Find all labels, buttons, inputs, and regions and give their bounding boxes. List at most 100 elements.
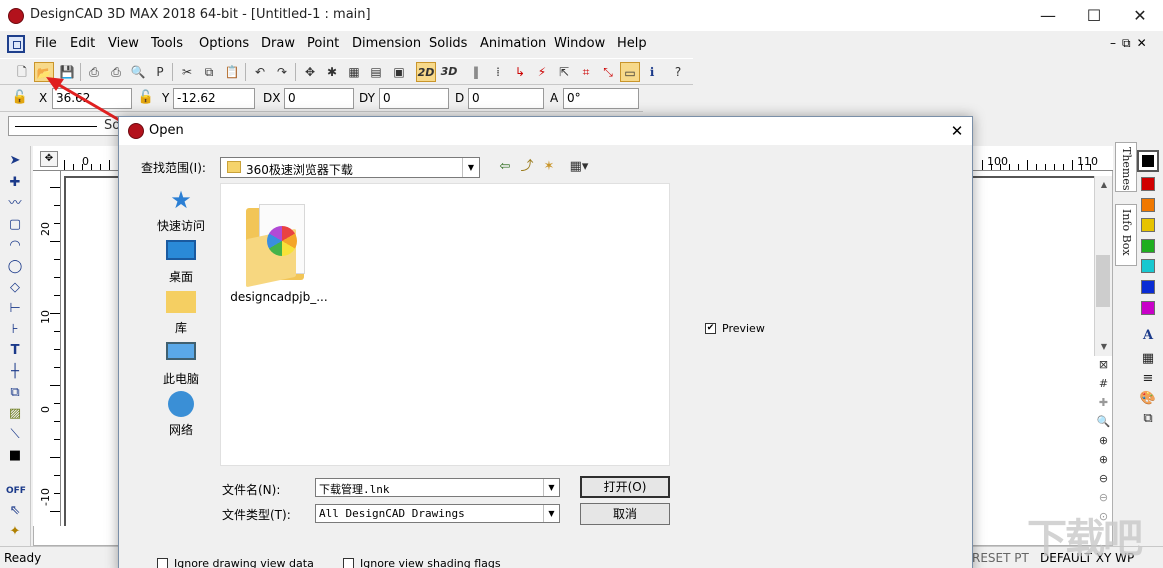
chevron-down-icon[interactable]: ▼ — [462, 158, 479, 177]
ruler-origin-icon[interactable]: ✥ — [40, 151, 58, 167]
cursor-icon[interactable]: ⇱ — [554, 62, 574, 82]
color-swatch-green[interactable] — [1141, 239, 1155, 253]
place-this-pc[interactable]: 此电脑 — [141, 338, 221, 388]
menu-view[interactable]: View — [108, 36, 139, 51]
axis-icon[interactable]: ↳ — [510, 62, 530, 82]
grid-icon[interactable]: ⁞ — [488, 62, 508, 82]
menu-solids[interactable]: Solids — [429, 36, 467, 51]
handles-icon[interactable]: ⌗ — [576, 62, 596, 82]
place-network[interactable]: 网络 — [141, 389, 221, 439]
file-item[interactable]: designcadpjb_... — [229, 198, 329, 308]
cancel-button[interactable]: 取消 — [580, 503, 670, 525]
arc-icon[interactable]: ◠ — [6, 237, 24, 255]
scrollbar-thumb[interactable] — [1096, 255, 1110, 307]
new-file-icon[interactable]: 🗋 — [12, 62, 32, 82]
dialog-close-button[interactable]: ✕ — [944, 119, 970, 143]
file-list[interactable]: designcadpjb_... — [220, 183, 670, 466]
place-desktop[interactable]: 桌面 — [141, 236, 221, 286]
menu-dimension[interactable]: Dimension — [352, 36, 421, 51]
pause-icon[interactable]: ‖ — [466, 62, 486, 82]
eraser-icon[interactable]: ◇ — [6, 279, 24, 297]
line-icon[interactable]: ⟍ — [6, 426, 24, 444]
pointer-icon[interactable]: ⇖ — [6, 502, 24, 520]
chevron-down-icon[interactable]: ▼ — [543, 479, 559, 496]
zoom-icon[interactable]: ⊕ — [1096, 452, 1111, 467]
view-window-icon[interactable]: ▣ — [389, 62, 409, 82]
look-in-select[interactable]: 360极速浏览器下载 ▼ — [220, 157, 480, 178]
back-arrow-icon[interactable]: ⇦ — [496, 158, 514, 176]
color-swatch-yellow[interactable] — [1141, 218, 1155, 232]
resize-icon[interactable]: ⤡ — [598, 62, 618, 82]
dx-field[interactable]: 0 — [284, 88, 354, 109]
ignore-shading-checkbox[interactable] — [343, 558, 354, 568]
hatch-icon[interactable]: ▨ — [6, 405, 24, 423]
menu-point[interactable]: Point — [307, 36, 339, 51]
select-arrow-icon[interactable]: ➤ — [6, 152, 24, 170]
info-icon[interactable]: ℹ — [642, 62, 662, 82]
zoom-all-icon[interactable]: ⊖ — [1096, 490, 1111, 505]
zoom-window-icon[interactable]: ⊠ — [1096, 357, 1111, 372]
measure-icon[interactable]: ⊦ — [6, 321, 24, 339]
view-manager-icon[interactable]: ▤ — [366, 62, 386, 82]
maximize-button[interactable]: ☐ — [1071, 0, 1117, 31]
palette-icon[interactable]: 🎨 — [1139, 390, 1157, 408]
select-icon[interactable]: ✱ — [322, 62, 342, 82]
lock-y-icon[interactable]: 🔓 — [136, 89, 156, 107]
snap-icon[interactable]: ⚡ — [532, 62, 552, 82]
distance-field[interactable]: 0 — [468, 88, 544, 109]
preview-checkbox[interactable]: ✔ — [705, 323, 716, 334]
help-pointer-icon[interactable]: ? — [668, 62, 688, 82]
file-type-select[interactable]: All DesignCAD Drawings ▼ — [315, 504, 560, 523]
menu-window[interactable]: Window — [554, 36, 605, 51]
menu-tools[interactable]: Tools — [151, 36, 183, 51]
open-button[interactable]: 打开(O) — [580, 476, 670, 498]
menu-help[interactable]: Help — [617, 36, 647, 51]
close-button[interactable]: ✕ — [1117, 0, 1163, 31]
dy-field[interactable]: 0 — [379, 88, 449, 109]
y-coordinate-field[interactable]: -12.62 — [173, 88, 255, 109]
mdi-window-controls[interactable]: –⧉✕ — [1110, 36, 1153, 51]
layer-icon[interactable]: ▭ — [620, 62, 640, 82]
view-menu-icon[interactable]: ▦▾ — [564, 158, 594, 176]
text-icon[interactable]: T — [6, 342, 24, 360]
wand-icon[interactable]: ✦ — [6, 523, 24, 541]
scroll-down-icon[interactable]: ▼ — [1098, 341, 1110, 353]
menu-edit[interactable]: Edit — [70, 36, 95, 51]
snap-off-icon[interactable]: OFF — [6, 482, 26, 500]
tab-info-box[interactable]: Info Box — [1115, 204, 1137, 266]
text-style-icon[interactable]: A — [1139, 327, 1157, 345]
cut-icon[interactable]: ✂ — [177, 62, 197, 82]
mode-2d-button[interactable]: 2D — [416, 62, 436, 82]
color-swatch-magenta[interactable] — [1141, 301, 1155, 315]
color-swatch-blue[interactable] — [1141, 280, 1155, 294]
new-folder-icon[interactable]: ✶ — [540, 158, 558, 176]
circle-icon[interactable]: ◯ — [6, 258, 24, 276]
scroll-up-icon[interactable]: ▲ — [1098, 179, 1110, 191]
tab-themes[interactable]: Themes — [1115, 142, 1137, 192]
crosshair-toggle-icon[interactable]: ✚ — [1096, 395, 1111, 410]
dimension-icon[interactable]: ⊢ — [6, 300, 24, 318]
fill-icon[interactable]: ■ — [6, 447, 24, 465]
minimize-button[interactable]: — — [1025, 0, 1071, 31]
pan-icon[interactable]: ✥ — [300, 62, 320, 82]
move-icon[interactable]: ✚ — [6, 174, 24, 192]
current-color-swatch[interactable] — [1137, 150, 1159, 172]
hatch-pattern-icon[interactable]: ▦ — [1139, 350, 1157, 368]
angle-field[interactable]: 0° — [563, 88, 639, 109]
box-icon[interactable]: ▢ — [6, 216, 24, 234]
color-swatch-orange[interactable] — [1141, 198, 1155, 212]
menu-file[interactable]: File — [35, 36, 57, 51]
undo-icon[interactable]: ↶ — [250, 62, 270, 82]
grid-toggle-icon[interactable]: # — [1096, 376, 1111, 391]
ignore-view-data-checkbox[interactable] — [157, 558, 168, 568]
layers-icon[interactable]: ⧉ — [1139, 410, 1157, 428]
line-width-icon[interactable]: ≡ — [1139, 370, 1157, 388]
plot-icon[interactable]: P — [150, 62, 170, 82]
up-folder-icon[interactable]: ⤴ — [518, 158, 536, 176]
color-swatch-cyan[interactable] — [1141, 259, 1155, 273]
color-swatch-red[interactable] — [1141, 177, 1155, 191]
group-icon[interactable]: ⧉ — [6, 384, 24, 402]
document-menu-icon[interactable] — [7, 35, 25, 53]
polyline-icon[interactable]: 〰 — [6, 195, 24, 213]
zoom-previous-icon[interactable]: 🔍 — [1096, 414, 1111, 429]
